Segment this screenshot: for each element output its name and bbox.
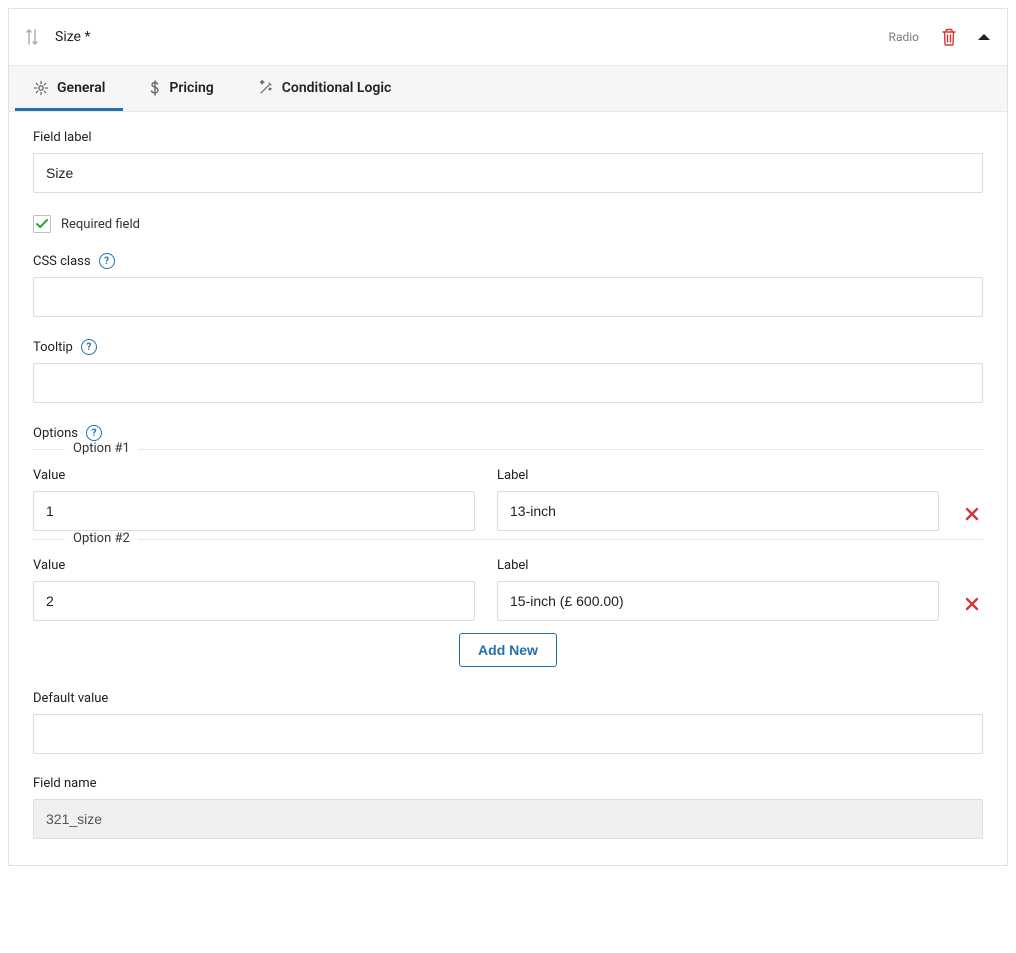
option-label-input[interactable] [497,491,939,531]
field-name-label: Field name [33,776,983,791]
css-class-group: CSS class ? [33,253,983,317]
option-remove-button[interactable] [961,597,983,621]
option-label-label: Label [497,558,939,573]
tabs-bar: General Pricing Conditional Logic [9,65,1007,112]
options-label: Options [33,426,78,441]
field-panel: Size * Radio General Pricing Condition [8,8,1008,866]
wand-icon [258,80,274,96]
options-header: Options ? [33,425,983,441]
default-value-group: Default value [33,691,983,754]
panel-header: Size * Radio [9,9,1007,65]
dollar-icon [149,80,161,96]
help-icon[interactable]: ? [86,425,102,441]
tab-general[interactable]: General [15,66,123,111]
field-name-input [33,799,983,839]
option-legend: Option #1 [65,441,138,456]
field-label-group: Field label [33,130,983,193]
tab-conditional-label: Conditional Logic [282,80,392,96]
option-block: Option #1 Value Label [33,449,983,531]
css-class-label: CSS class [33,254,91,269]
required-row: Required field [33,215,983,233]
default-value-label: Default value [33,691,983,706]
option-value-input[interactable] [33,581,475,621]
required-label: Required field [61,217,140,232]
css-class-input[interactable] [33,277,983,317]
tab-pricing-label: Pricing [169,80,213,96]
add-new-wrap: Add New [33,633,983,667]
required-checkbox[interactable] [33,215,51,233]
delete-button[interactable] [941,28,957,46]
tooltip-label: Tooltip [33,340,73,355]
help-icon[interactable]: ? [99,253,115,269]
field-label-label: Field label [33,130,983,145]
option-remove-button[interactable] [961,507,983,531]
panel-body: Field label Required field CSS class ? T… [9,112,1007,865]
option-label-input[interactable] [497,581,939,621]
tooltip-group: Tooltip ? [33,339,983,403]
tab-general-label: General [57,80,105,96]
gear-icon [33,80,49,96]
drag-handle-icon[interactable] [25,29,39,45]
field-type-label: Radio [889,30,919,44]
help-icon[interactable]: ? [81,339,97,355]
option-legend: Option #2 [65,531,138,546]
add-new-button[interactable]: Add New [459,633,557,667]
option-value-input[interactable] [33,491,475,531]
tab-conditional-logic[interactable]: Conditional Logic [240,66,410,111]
field-name-group: Field name [33,776,983,839]
option-value-label: Value [33,468,475,483]
option-label-label: Label [497,468,939,483]
collapse-toggle[interactable] [977,32,991,42]
field-label-input[interactable] [33,153,983,193]
tab-pricing[interactable]: Pricing [131,66,231,111]
option-value-label: Value [33,558,475,573]
default-value-input[interactable] [33,714,983,754]
option-block: Option #2 Value Label [33,539,983,621]
tooltip-input[interactable] [33,363,983,403]
panel-title: Size * [55,29,90,45]
